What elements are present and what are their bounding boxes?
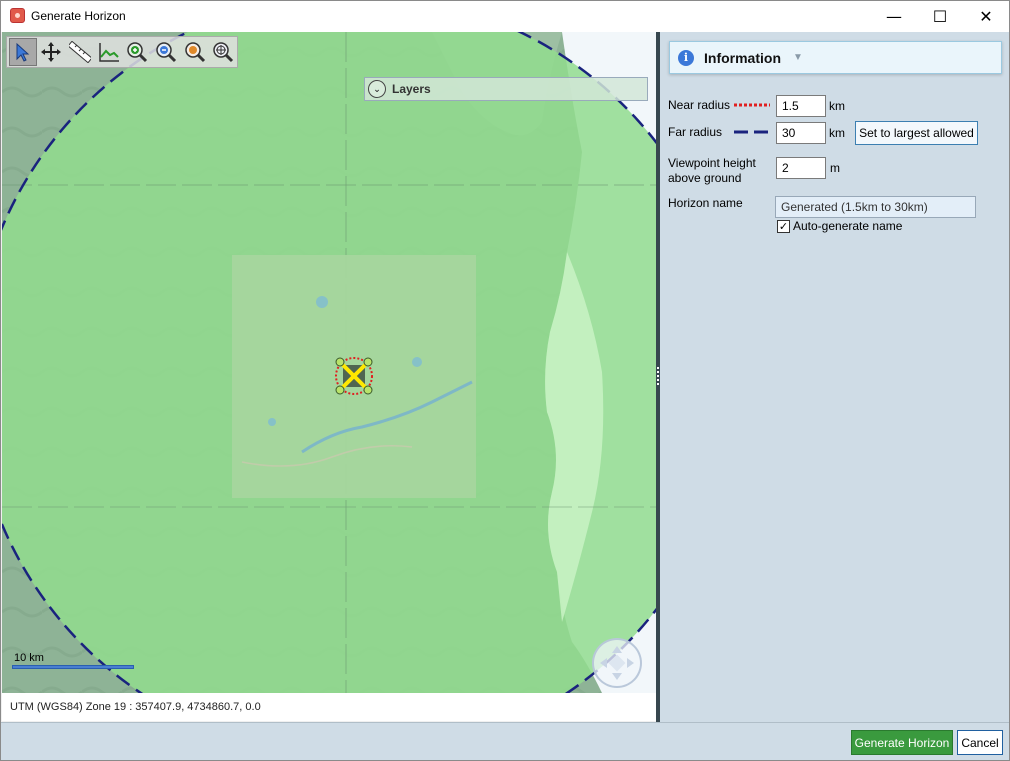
- set-largest-allowed-button[interactable]: Set to largest allowed: [855, 121, 978, 145]
- viewpoint-height-label-line2: above ground: [668, 171, 742, 185]
- near-radius-line-swatch: [734, 103, 770, 107]
- app-icon: [10, 8, 25, 23]
- close-button[interactable]: ✕: [963, 1, 1009, 31]
- near-radius-label: Near radius: [668, 98, 731, 112]
- pan-arrows-icon[interactable]: [594, 640, 640, 686]
- move-arrows-icon[interactable]: [38, 38, 66, 66]
- scale-bar-line: [12, 665, 134, 669]
- title-bar: Generate Horizon — ☐ ✕: [1, 1, 1009, 32]
- maximize-button[interactable]: ☐: [917, 1, 963, 31]
- navigation-control[interactable]: [592, 638, 642, 688]
- chevron-down-icon[interactable]: ⌄: [368, 80, 386, 98]
- far-radius-input[interactable]: [776, 122, 826, 144]
- scale-label: 10 km: [14, 652, 44, 664]
- cancel-button[interactable]: Cancel: [957, 730, 1003, 755]
- pointer-icon[interactable]: [9, 38, 37, 66]
- chevron-down-icon[interactable]: ▼: [793, 52, 803, 63]
- minimize-button[interactable]: —: [871, 1, 917, 31]
- zoom-in-icon[interactable]: [124, 38, 152, 66]
- far-radius-line-swatch: [734, 130, 770, 134]
- window-title: Generate Horizon: [31, 9, 126, 23]
- settings-panel: i Information ▼ Near radius km Far radiu…: [660, 32, 1009, 722]
- viewpoint-height-input[interactable]: [776, 157, 826, 179]
- map-view[interactable]: ⌄ Layers 10 km: [2, 32, 656, 693]
- far-radius-label: Far radius: [668, 125, 723, 139]
- zoom-extent-icon[interactable]: [181, 38, 209, 66]
- splitter-grip-icon[interactable]: [657, 367, 659, 385]
- information-title: Information: [704, 49, 781, 66]
- information-header[interactable]: i Information ▼: [669, 41, 1002, 74]
- layers-label: Layers: [392, 82, 431, 96]
- map-canvas: [2, 32, 656, 693]
- dialog-footer: Generate Horizon Cancel: [1, 722, 1009, 760]
- horizon-name-label: Horizon name: [668, 196, 743, 210]
- viewpoint-height-label-line1: Viewpoint height: [668, 156, 756, 170]
- generate-horizon-button[interactable]: Generate Horizon: [851, 730, 953, 755]
- near-radius-unit: km: [829, 99, 845, 113]
- viewpoint-height-unit: m: [830, 161, 840, 175]
- auto-generate-checkbox[interactable]: ✓: [777, 220, 790, 233]
- scale-bar: 10 km: [12, 652, 134, 669]
- auto-generate-label: Auto-generate name: [793, 219, 903, 233]
- horizon-name-input[interactable]: [775, 196, 976, 218]
- ruler-icon[interactable]: [66, 38, 94, 66]
- info-icon: i: [678, 49, 694, 66]
- map-toolbar: [6, 36, 238, 68]
- zoom-out-icon[interactable]: [152, 38, 180, 66]
- generate-horizon-window: Generate Horizon — ☐ ✕ ⌄ Layers 10 km UT…: [0, 0, 1010, 761]
- near-radius-input[interactable]: [776, 95, 826, 117]
- coordinates-status: UTM (WGS84) Zone 19 : 357407.9, 4734860.…: [2, 693, 656, 721]
- zoom-fit-icon[interactable]: [209, 38, 237, 66]
- layers-panel-header[interactable]: ⌄ Layers: [364, 77, 648, 101]
- far-radius-unit: km: [829, 126, 845, 140]
- elevation-profile-icon[interactable]: [95, 38, 123, 66]
